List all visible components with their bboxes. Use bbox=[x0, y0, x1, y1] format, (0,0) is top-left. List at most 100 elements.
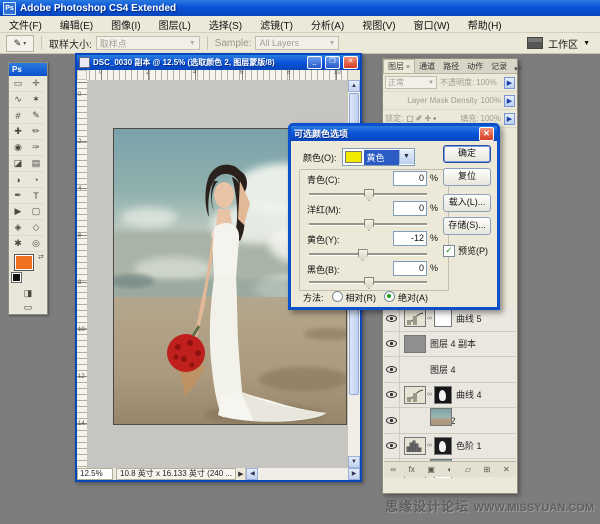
menu-help[interactable]: 帮助(H) bbox=[459, 17, 511, 32]
lock-position-icon[interactable]: ✛ bbox=[425, 114, 432, 123]
tab-channels[interactable]: 通道 bbox=[415, 60, 439, 73]
background-color-swatch[interactable] bbox=[11, 272, 22, 283]
dialog-title-bar[interactable]: 可选颜色选项 ✕ bbox=[291, 126, 497, 141]
visibility-toggle[interactable] bbox=[384, 408, 400, 433]
minimize-button[interactable]: _ bbox=[307, 56, 322, 69]
scroll-left-icon[interactable]: ◀ bbox=[246, 468, 258, 480]
menu-view[interactable]: 视图(V) bbox=[353, 17, 404, 32]
method-absolute-radio[interactable]: 绝对(A) bbox=[384, 291, 428, 304]
maximize-button[interactable]: ❐ bbox=[325, 56, 340, 69]
layer-mask-black[interactable] bbox=[434, 386, 452, 404]
horizontal-scrollbar[interactable]: ◀ ▶ bbox=[245, 468, 360, 480]
levels-thumbnail[interactable] bbox=[404, 437, 426, 455]
layer-name[interactable]: 色阶 1 bbox=[456, 439, 482, 452]
close-button[interactable]: ✕ bbox=[343, 56, 358, 69]
magenta-value-field[interactable]: 0 bbox=[393, 201, 427, 216]
new-layer-icon[interactable]: ⊞ bbox=[484, 465, 491, 474]
checkbox-icon[interactable]: ✓ bbox=[443, 245, 455, 257]
curves-thumbnail[interactable] bbox=[404, 309, 426, 327]
hand-tool[interactable]: ✱ bbox=[9, 236, 27, 252]
yellow-slider[interactable] bbox=[309, 249, 427, 259]
menu-select[interactable]: 选择(S) bbox=[200, 17, 251, 32]
add-mask-icon[interactable]: ▣ bbox=[427, 465, 435, 474]
layer-mask-white[interactable] bbox=[434, 309, 452, 327]
eraser-tool[interactable]: ◪ bbox=[9, 156, 27, 172]
scroll-down-icon[interactable]: ▼ bbox=[348, 456, 360, 468]
toolbox-title[interactable]: Ps bbox=[9, 63, 47, 76]
delete-layer-icon[interactable]: ✕ bbox=[503, 465, 510, 474]
lock-transparency-icon[interactable]: ▢ bbox=[406, 114, 414, 123]
chevron-down-icon[interactable]: ▼ bbox=[399, 150, 414, 164]
layer-mask-dark[interactable] bbox=[434, 437, 452, 455]
black-slider[interactable] bbox=[309, 277, 427, 287]
save-button[interactable]: 存储(S)... bbox=[443, 217, 491, 235]
link-layers-icon[interactable]: ∞ bbox=[390, 465, 396, 474]
tab-paths[interactable]: 路径 bbox=[439, 60, 463, 73]
move-tool[interactable]: ✛ bbox=[27, 76, 45, 92]
magic-wand-tool[interactable]: ✶ bbox=[27, 92, 45, 108]
history-brush-tool[interactable]: ✑ bbox=[27, 140, 45, 156]
crop-tool[interactable]: # bbox=[9, 108, 27, 124]
layer-row[interactable]: ∞ 色阶 1 bbox=[384, 434, 516, 460]
cyan-slider[interactable] bbox=[309, 189, 427, 199]
foreground-color-swatch[interactable] bbox=[14, 254, 34, 271]
visibility-toggle[interactable] bbox=[384, 332, 400, 357]
visibility-toggle[interactable] bbox=[384, 434, 400, 459]
preview-checkbox-row[interactable]: ✓ 预览(P) bbox=[443, 244, 491, 257]
opacity-spinner[interactable]: ▶ bbox=[504, 77, 515, 89]
sample-size-select[interactable]: 取样点 ▼ bbox=[96, 36, 200, 50]
menu-layer[interactable]: 图层(L) bbox=[150, 17, 200, 32]
rectangular-marquee-tool[interactable]: ▭ bbox=[9, 76, 27, 92]
menu-filter[interactable]: 滤镜(T) bbox=[251, 17, 302, 32]
eyedropper-tool[interactable]: ✎ bbox=[27, 108, 45, 124]
type-tool[interactable]: T bbox=[27, 188, 45, 204]
menu-analysis[interactable]: 分析(A) bbox=[302, 17, 353, 32]
curves-thumbnail[interactable] bbox=[404, 386, 426, 404]
layer-thumbnail[interactable] bbox=[430, 408, 452, 426]
visibility-toggle[interactable] bbox=[384, 383, 400, 408]
lock-pixels-icon[interactable]: ✐ bbox=[416, 114, 423, 123]
menu-window[interactable]: 窗口(W) bbox=[405, 17, 459, 32]
scroll-right-icon[interactable]: ▶ bbox=[348, 468, 360, 480]
visibility-toggle[interactable] bbox=[384, 357, 400, 382]
layer-name[interactable]: 图层 4 bbox=[430, 363, 456, 376]
menu-image[interactable]: 图像(I) bbox=[102, 17, 149, 32]
swap-colors-icon[interactable]: ⇄ bbox=[38, 253, 44, 261]
lock-all-icon[interactable]: ▪ bbox=[433, 114, 436, 123]
layer-group-icon[interactable]: ▱ bbox=[465, 465, 471, 474]
zoom-tool[interactable]: ◎ bbox=[27, 236, 45, 252]
dodge-tool[interactable]: ◔ bbox=[27, 172, 45, 188]
scroll-up-icon[interactable]: ▲ bbox=[348, 80, 360, 92]
yellow-value-field[interactable]: -12 bbox=[393, 231, 427, 246]
ok-button[interactable]: 确定 bbox=[443, 145, 491, 163]
document-title-bar[interactable]: DSC_0030 副本 @ 12.5% (选取颜色 2, 图层蒙版/8) _ ❐… bbox=[77, 55, 360, 70]
method-relative-radio[interactable]: 相对(R) bbox=[332, 291, 377, 304]
fill-spinner[interactable]: ▶ bbox=[504, 113, 515, 125]
blend-mode-select[interactable]: 正常 ▼ bbox=[385, 76, 437, 89]
zoom-level-field[interactable]: 12.5% bbox=[77, 468, 113, 480]
layer-name[interactable]: 曲线 4 bbox=[456, 388, 482, 401]
tab-actions[interactable]: 动作 bbox=[463, 60, 487, 73]
screen-mode-button[interactable]: ▭ bbox=[9, 300, 47, 314]
sample-select[interactable]: All Layers ▼ bbox=[255, 36, 339, 50]
close-icon[interactable]: ✕ bbox=[479, 127, 494, 141]
black-value-field[interactable]: 0 bbox=[393, 261, 427, 276]
close-icon[interactable]: × bbox=[406, 64, 410, 71]
layer-row[interactable]: 图层 4 副本 bbox=[384, 332, 516, 358]
mask-density-spinner[interactable]: ▶ bbox=[504, 95, 515, 107]
load-button[interactable]: 载入(L)... bbox=[443, 194, 491, 212]
clone-stamp-tool[interactable]: ◉ bbox=[9, 140, 27, 156]
3d-rotate-tool[interactable]: ◈ bbox=[9, 220, 27, 236]
cyan-value-field[interactable]: 0 bbox=[393, 171, 427, 186]
lasso-tool[interactable]: ∿ bbox=[9, 92, 27, 108]
layer-thumbnail[interactable] bbox=[404, 335, 426, 353]
layer-row[interactable]: 图层 4 bbox=[384, 357, 516, 383]
shape-tool[interactable]: ▢ bbox=[27, 204, 45, 220]
gradient-tool[interactable]: ▤ bbox=[27, 156, 45, 172]
tab-history[interactable]: 记录 bbox=[487, 60, 511, 73]
layer-style-icon[interactable]: fx bbox=[409, 465, 415, 474]
healing-brush-tool[interactable]: ✚ bbox=[9, 124, 27, 140]
reset-button[interactable]: 复位 bbox=[443, 168, 491, 186]
blur-tool[interactable]: ◑ bbox=[9, 172, 27, 188]
menu-file[interactable]: 文件(F) bbox=[0, 17, 51, 32]
